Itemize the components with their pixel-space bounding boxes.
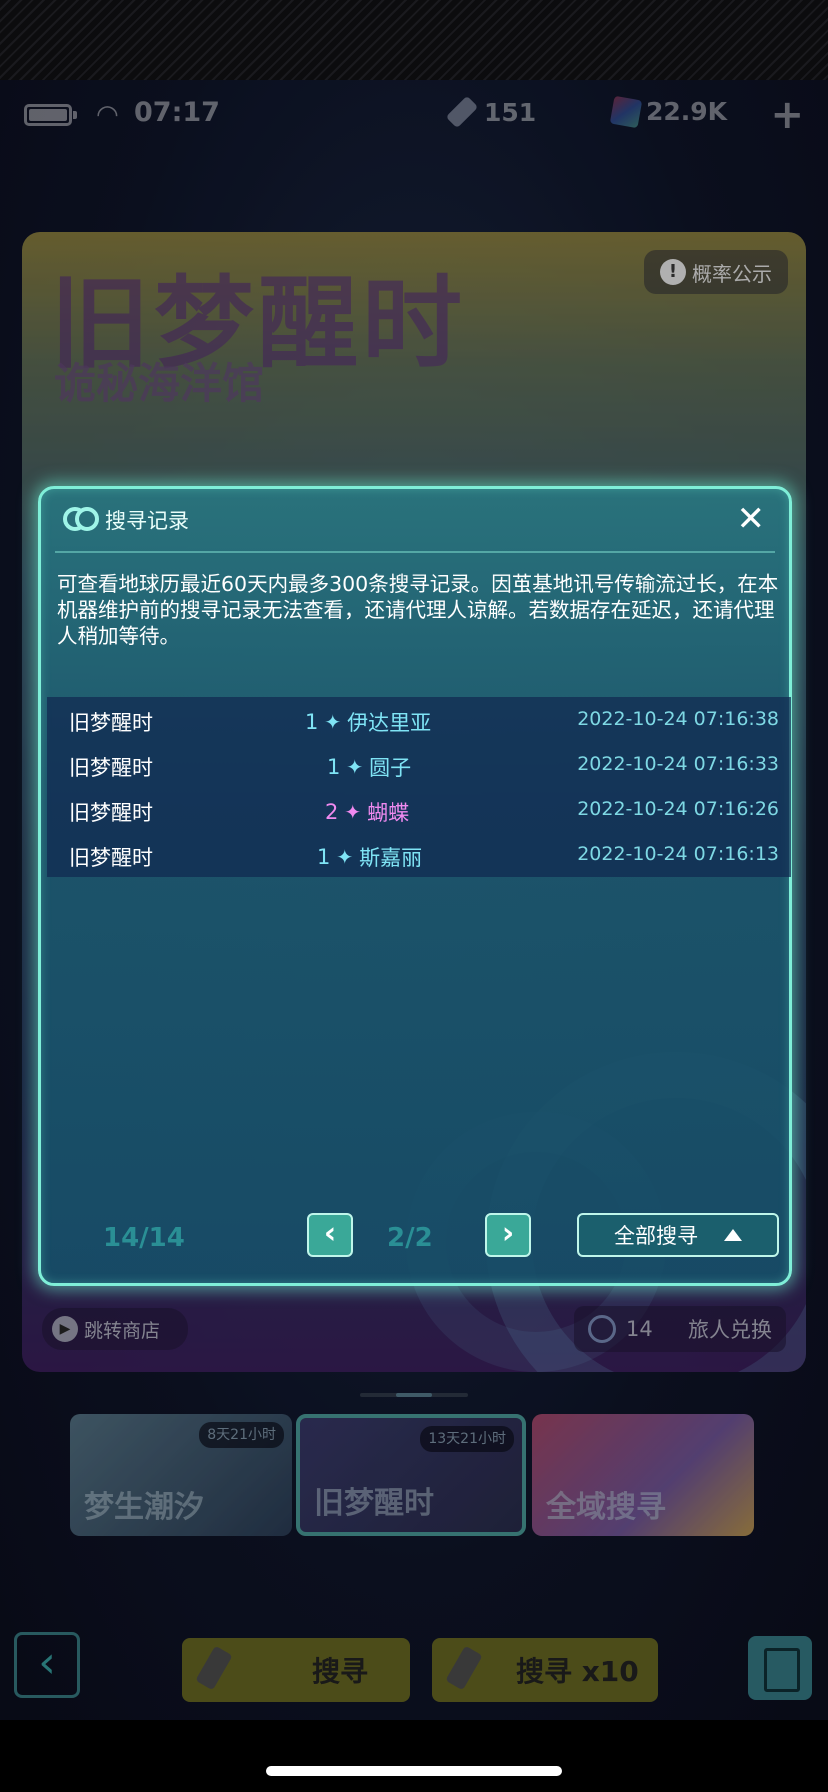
- record-time: 2022-10-24 07:16:13: [577, 843, 779, 865]
- filter-dropdown[interactable]: 全部搜寻: [577, 1213, 779, 1257]
- home-indicator[interactable]: [266, 1766, 562, 1776]
- record-rarity: 2: [325, 800, 339, 824]
- table-row: 旧梦醒时 1 ✦ 斯嘉丽 2022-10-24 07:16:13: [47, 832, 791, 877]
- page-indicator: 2/2: [387, 1223, 433, 1253]
- table-row: 旧梦醒时 2 ✦ 蝴蝶 2022-10-24 07:16:26: [47, 787, 791, 832]
- dialog-header: 搜寻记录 ✕: [41, 489, 789, 551]
- record-logo-icon: [63, 507, 99, 533]
- record-pool: 旧梦醒时: [69, 711, 153, 735]
- caret-up-icon: [724, 1229, 742, 1241]
- record-pool: 旧梦醒时: [69, 846, 153, 870]
- record-time: 2022-10-24 07:16:38: [577, 708, 779, 730]
- record-name: 蝴蝶: [367, 801, 410, 825]
- record-name: 斯嘉丽: [359, 846, 423, 870]
- top-stripe: [0, 0, 828, 80]
- record-time: 2022-10-24 07:16:33: [577, 753, 779, 775]
- record-pool: 旧梦醒时: [69, 801, 153, 825]
- record-rarity: 1: [317, 845, 331, 869]
- record-item: 1 ✦ 圆子: [327, 752, 411, 782]
- record-name: 伊达里亚: [347, 711, 432, 735]
- table-row: 旧梦醒时 1 ✦ 伊达里亚 2022-10-24 07:16:38: [47, 697, 791, 742]
- search-record-dialog: 搜寻记录 ✕ 可查看地球历最近60天内最多300条搜寻记录。因茧基地讯号传输流过…: [38, 486, 792, 1286]
- table-row: 旧梦醒时 1 ✦ 圆子 2022-10-24 07:16:33: [47, 742, 791, 787]
- record-rarity: 1: [327, 755, 341, 779]
- record-pool: 旧梦醒时: [69, 756, 153, 780]
- filter-label: 全部搜寻: [614, 1224, 698, 1248]
- star-icon: ✦: [324, 710, 342, 734]
- dialog-notice: 可查看地球历最近60天内最多300条搜寻记录。因茧基地讯号传输流过长，在本机器维…: [57, 572, 779, 648]
- record-time: 2022-10-24 07:16:26: [577, 798, 779, 820]
- next-page-button[interactable]: ›: [485, 1213, 531, 1257]
- star-icon: ✦: [344, 800, 362, 824]
- prev-page-button[interactable]: ‹: [307, 1213, 353, 1257]
- close-icon[interactable]: ✕: [737, 499, 766, 539]
- record-item: 1 ✦ 斯嘉丽: [317, 842, 422, 872]
- star-icon: ✦: [336, 845, 354, 869]
- record-item: 1 ✦ 伊达里亚: [305, 707, 431, 737]
- record-name: 圆子: [369, 756, 412, 780]
- record-rarity: 1: [305, 710, 319, 734]
- dialog-title: 搜寻记录: [105, 509, 189, 533]
- divider: [55, 551, 775, 553]
- record-table: 旧梦醒时 1 ✦ 伊达里亚 2022-10-24 07:16:38 旧梦醒时 1 ✦ 圆…: [47, 697, 791, 877]
- record-count: 14/14: [103, 1223, 185, 1253]
- record-item: 2 ✦ 蝴蝶: [325, 797, 409, 827]
- star-icon: ✦: [346, 755, 364, 779]
